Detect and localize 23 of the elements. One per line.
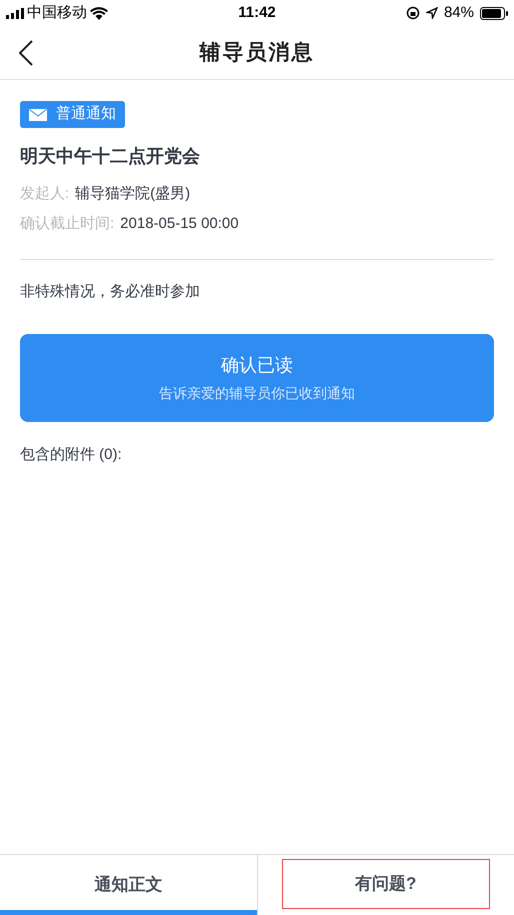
message-title: 明天中午十二点开党会: [20, 145, 201, 168]
field-value: 辅导猫学院(盛男): [75, 184, 190, 204]
field-value: 2018-05-15 00:00: [120, 214, 239, 234]
signal-icon: [6, 8, 24, 18]
confirm-read-subtitle: 告诉亲爱的辅导员你已收到通知: [159, 384, 355, 402]
field-label: 发起人:: [20, 184, 70, 204]
notice-tag: 普通通知: [20, 101, 125, 128]
battery-percent: 84%: [444, 2, 474, 23]
page-title: 辅导员消息: [200, 40, 314, 66]
rotation-lock-icon: [406, 6, 420, 20]
confirm-read-title: 确认已读: [221, 354, 293, 376]
bottom-tab[interactable]: 通知正文: [0, 855, 256, 915]
clock-time: 11:42: [238, 2, 276, 23]
wifi-icon: [90, 6, 108, 20]
attachments-label: 包含的附件 (0):: [20, 444, 123, 464]
battery-icon: [480, 6, 508, 20]
carrier-name: 中国移动: [27, 2, 87, 23]
field-label: 确认截止时间:: [20, 214, 114, 234]
location-arrow-icon: [426, 7, 438, 19]
bottom-tab[interactable]: 有问题?: [282, 859, 490, 909]
back-chevron-icon: [19, 40, 33, 66]
message-body: 非特殊情况，务必准时参加: [20, 282, 201, 302]
envelope-icon: [29, 108, 47, 120]
